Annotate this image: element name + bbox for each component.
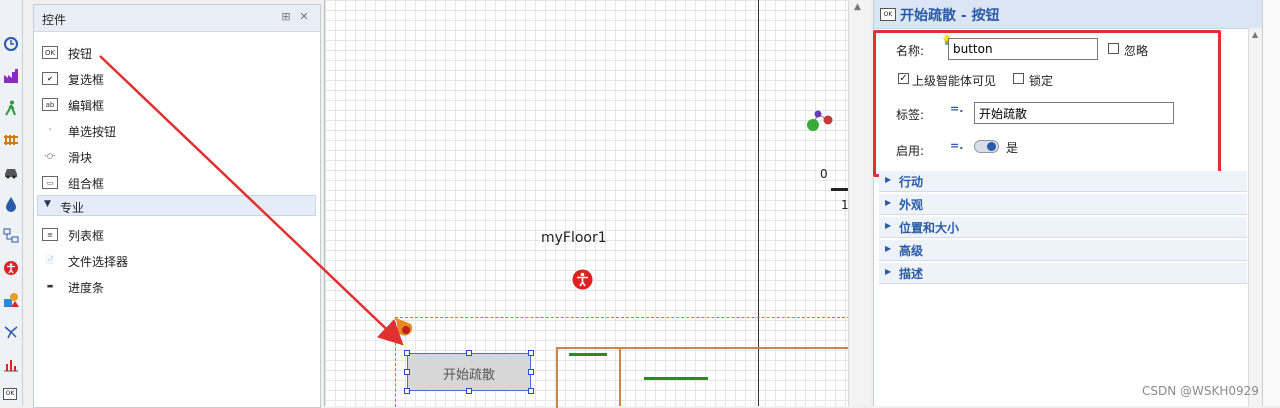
section-action[interactable]: ▶ 行动	[879, 171, 1247, 192]
section-appearance[interactable]: ▶ 外观	[879, 194, 1247, 215]
properties-header: OK 开始疏散 - 按钮	[874, 0, 1263, 29]
window-edge	[1262, 0, 1280, 406]
chevron-right-icon: ▶	[885, 198, 892, 207]
section-label: 高级	[899, 244, 924, 258]
section-advanced[interactable]: ▶ 高级	[879, 240, 1247, 261]
annotation-highlight-box	[873, 30, 1221, 177]
properties-scrollbar[interactable]: ▲	[1248, 28, 1263, 406]
properties-title: 开始疏散 - 按钮	[900, 8, 1000, 24]
section-label: 外观	[899, 198, 924, 212]
scroll-up-arrow-icon[interactable]: ▲	[1252, 30, 1258, 39]
section-position-size[interactable]: ▶ 位置和大小	[879, 217, 1247, 238]
watermark: CSDN @WSKH0929	[1142, 384, 1259, 398]
chevron-right-icon: ▶	[885, 175, 892, 184]
chevron-right-icon: ▶	[885, 221, 892, 230]
section-label: 位置和大小	[899, 221, 960, 235]
button-icon: OK	[880, 8, 896, 21]
chevron-right-icon: ▶	[885, 267, 892, 276]
properties-panel: OK 开始疏散 - 按钮 名称: 💡 忽略 ✓ 上级智能体可见 锁定 标签: =…	[873, 0, 1263, 406]
section-description[interactable]: ▶ 描述	[879, 263, 1247, 284]
chevron-right-icon: ▶	[885, 244, 892, 253]
section-label: 描述	[899, 267, 924, 281]
section-label: 行动	[899, 175, 924, 189]
